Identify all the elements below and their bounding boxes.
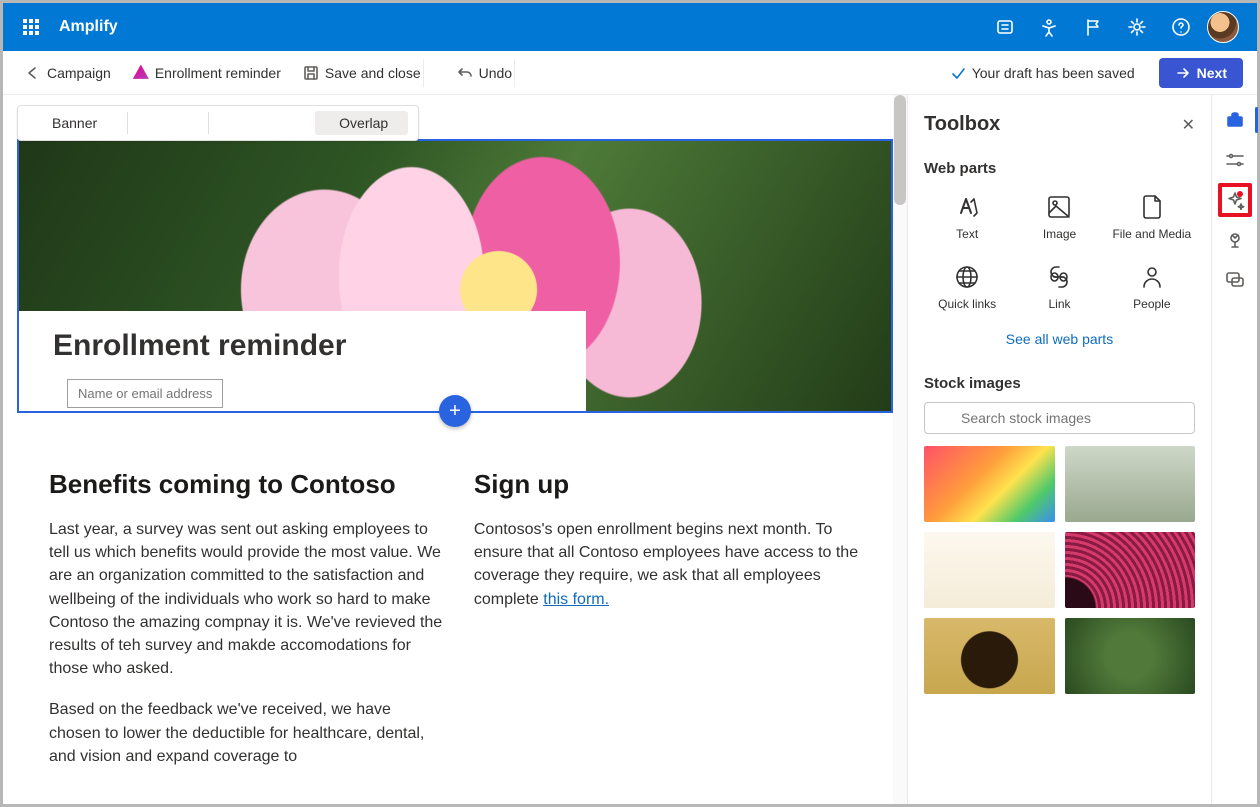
next-button[interactable]: Next — [1159, 58, 1243, 88]
toolbox-title: Toolbox — [924, 113, 1000, 136]
breadcrumb-document[interactable]: Enrollment reminder — [127, 61, 287, 85]
left-paragraph-2[interactable]: Based on the feedback we've received, we… — [49, 698, 444, 768]
stock-image-4[interactable] — [1065, 532, 1196, 608]
webpart-text[interactable]: Text — [924, 187, 1010, 247]
form-link[interactable]: this form. — [543, 591, 609, 608]
undo-button[interactable]: Undo — [451, 61, 518, 85]
flag-icon[interactable] — [1071, 3, 1115, 51]
webpart-people[interactable]: People — [1109, 257, 1195, 317]
save-label: Save and close — [325, 65, 421, 81]
back-label: Campaign — [47, 65, 111, 81]
image-settings-icon[interactable] — [251, 111, 279, 135]
app-header: Amplify — [3, 3, 1257, 51]
content-columns: Benefits coming to Contoso Last year, a … — [3, 413, 907, 786]
canvas-scrollbar[interactable] — [893, 95, 907, 804]
banner-layout-button[interactable]: Banner — [28, 111, 117, 135]
stock-image-6[interactable] — [1065, 618, 1196, 694]
delete-icon[interactable] — [170, 111, 198, 135]
page-canvas: Banner Overlap — [3, 95, 907, 804]
app-name: Amplify — [59, 18, 118, 36]
banner-image: Enrollment reminder — [19, 141, 891, 411]
amplify-doc-icon — [133, 65, 149, 81]
reset-icon[interactable] — [283, 111, 311, 135]
undo-label: Undo — [479, 65, 512, 81]
save-split-chevron[interactable] — [423, 59, 441, 87]
webpart-image[interactable]: Image — [1016, 187, 1102, 247]
notification-dot-icon — [1237, 191, 1243, 197]
stock-image-1[interactable] — [924, 446, 1055, 522]
banner-webpart[interactable]: Enrollment reminder + — [17, 139, 893, 413]
left-heading[interactable]: Benefits coming to Contoso — [49, 469, 444, 500]
rail-comments-icon[interactable] — [1218, 263, 1252, 297]
rail-copilot-icon[interactable] — [1218, 183, 1252, 217]
close-panel-icon[interactable]: ✕ — [1182, 115, 1195, 135]
app-launcher-icon[interactable] — [11, 3, 51, 51]
user-avatar[interactable] — [1207, 11, 1239, 43]
webpart-link[interactable]: Link — [1016, 257, 1102, 317]
right-heading[interactable]: Sign up — [474, 469, 861, 500]
toolbox-panel: Toolbox ✕ Web parts Text Image File and … — [907, 95, 1211, 804]
banner-title-card: Enrollment reminder — [19, 311, 586, 411]
author-input[interactable] — [67, 379, 223, 408]
rail-properties-icon[interactable] — [1218, 143, 1252, 177]
stock-image-5[interactable] — [924, 618, 1055, 694]
draft-saved-status: Your draft has been saved — [950, 65, 1135, 81]
webpart-quick-links[interactable]: Quick links — [924, 257, 1010, 317]
right-rail — [1211, 95, 1257, 804]
see-all-webparts-link[interactable]: See all web parts — [1006, 331, 1113, 347]
search-icon — [935, 410, 951, 426]
edit-image-icon[interactable] — [219, 111, 247, 135]
help-icon[interactable] — [1159, 3, 1203, 51]
left-paragraph-1[interactable]: Last year, a survey was sent out asking … — [49, 518, 444, 680]
right-paragraph[interactable]: Contosos's open enrollment begins next m… — [474, 518, 861, 611]
stock-image-2[interactable] — [1065, 446, 1196, 522]
chevron-down-icon — [101, 118, 111, 128]
settings-gear-icon[interactable] — [1115, 3, 1159, 51]
doc-label: Enrollment reminder — [155, 65, 281, 81]
chevron-down-icon — [392, 118, 402, 128]
rail-toolbox-icon[interactable] — [1218, 103, 1252, 137]
add-section-button[interactable]: + — [439, 395, 471, 427]
stock-search-box[interactable] — [924, 402, 1195, 434]
edit-properties-icon[interactable] — [138, 111, 166, 135]
immersive-reader-icon[interactable] — [983, 3, 1027, 51]
overlap-button[interactable]: Overlap — [315, 111, 408, 135]
webpart-file-media[interactable]: File and Media — [1109, 187, 1195, 247]
page-title[interactable]: Enrollment reminder — [53, 329, 552, 363]
undo-split-chevron[interactable] — [514, 59, 532, 87]
stock-image-3[interactable] — [924, 532, 1055, 608]
save-and-close-button[interactable]: Save and close — [297, 61, 427, 85]
back-to-campaign-button[interactable]: Campaign — [17, 60, 117, 86]
webparts-heading: Web parts — [924, 160, 1195, 177]
accessibility-icon[interactable] — [1027, 3, 1071, 51]
command-bar: Campaign Enrollment reminder Save and cl… — [3, 51, 1257, 95]
stock-search-input[interactable] — [959, 409, 1184, 427]
stock-images-heading: Stock images — [924, 375, 1195, 392]
rail-approvals-icon[interactable] — [1218, 223, 1252, 257]
banner-floating-toolbar: Banner Overlap — [17, 105, 419, 141]
